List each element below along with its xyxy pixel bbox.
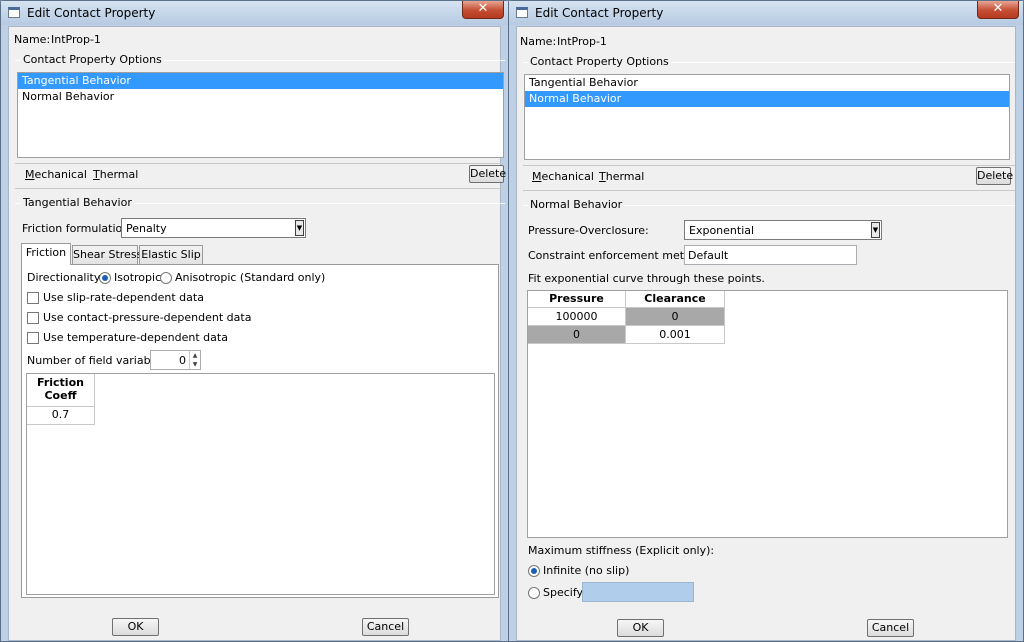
cancel-button[interactable]: Cancel [362, 618, 409, 636]
table-cell[interactable]: 0 [626, 308, 725, 326]
header-line-2: Coeff [44, 389, 77, 402]
specify-label: Specify: [543, 586, 586, 599]
contact-pressure-label: Use contact-pressure-dependent data [43, 311, 252, 324]
option-tangential-behavior[interactable]: Tangential Behavior [525, 75, 1009, 91]
field-vars-spinner[interactable]: 0 ▲ ▼ [150, 350, 201, 370]
close-button[interactable]: ✕ [462, 1, 504, 19]
field-vars-value: 0 [179, 354, 186, 367]
edit-contact-property-window-right: Edit Contact Property ✕ Name: IntProp-1 … [508, 0, 1024, 642]
table-cell[interactable]: 0 [528, 326, 626, 344]
edit-contact-property-window-left: Edit Contact Property ✕ Name: IntProp-1 … [0, 0, 509, 642]
table-cell[interactable]: 100000 [528, 308, 626, 326]
tab-elastic-slip[interactable]: Elastic Slip [139, 245, 203, 265]
close-button[interactable]: ✕ [977, 1, 1019, 19]
option-normal-behavior[interactable]: Normal Behavior [525, 91, 1009, 107]
contact-options-list[interactable]: Tangential Behavior Normal Behavior [524, 74, 1010, 160]
menu-mechanical[interactable]: Mechanical [25, 168, 87, 181]
table-cell[interactable]: 0.001 [626, 326, 725, 344]
field-vars-label: Number of field variables: [27, 354, 170, 367]
close-icon: ✕ [992, 1, 1004, 16]
isotropic-label: Isotropic [114, 271, 162, 284]
delete-button[interactable]: Delete [469, 165, 506, 183]
pressure-overclosure-value: Exponential [689, 224, 755, 237]
column-header-pressure[interactable]: Pressure [528, 291, 626, 308]
menu-thermal[interactable]: Thermal [599, 170, 644, 183]
options-group-label: Contact Property Options [21, 53, 164, 66]
checkbox-contact-pressure[interactable] [27, 312, 39, 324]
radio-isotropic[interactable] [99, 272, 111, 284]
dialog-client: Name: IntProp-1 Contact Property Options… [8, 26, 506, 641]
slip-rate-label: Use slip-rate-dependent data [43, 291, 204, 304]
column-header-clearance[interactable]: Clearance [626, 291, 725, 308]
cancel-button[interactable]: Cancel [867, 619, 914, 637]
dropdown-arrow-icon[interactable]: ▼ [295, 220, 304, 236]
fit-label: Fit exponential curve through these poin… [528, 272, 765, 285]
tab-friction[interactable]: Friction [21, 243, 71, 265]
specify-field[interactable] [582, 582, 694, 602]
name-label: Name: [520, 35, 557, 48]
menu-mechanical[interactable]: Mechanical [532, 170, 594, 183]
radio-specify[interactable] [528, 587, 540, 599]
checkbox-temperature[interactable] [27, 332, 39, 344]
window-title: Edit Contact Property [535, 6, 664, 20]
name-value: IntProp-1 [557, 35, 607, 48]
checkbox-slip-rate[interactable] [27, 292, 39, 304]
max-stiffness-label: Maximum stiffness (Explicit only): [528, 544, 715, 557]
pressure-overclosure-select[interactable]: Exponential ▼ [684, 220, 882, 240]
radio-infinite[interactable] [528, 565, 540, 577]
close-icon: ✕ [477, 1, 489, 16]
delete-button[interactable]: Delete [976, 167, 1013, 185]
friction-table: Friction Coeff 0.7 [26, 373, 495, 595]
contact-options-list[interactable]: Tangential Behavior Normal Behavior [17, 72, 504, 158]
dropdown-arrow-icon[interactable]: ▼ [871, 222, 880, 238]
title-bar[interactable]: Edit Contact Property [509, 1, 1023, 25]
menu-thermal[interactable]: Thermal [93, 168, 138, 181]
anisotropic-label: Anisotropic (Standard only) [175, 271, 326, 284]
options-group-label: Contact Property Options [528, 55, 671, 68]
temperature-label: Use temperature-dependent data [43, 331, 228, 344]
friction-panel: Directionality: Isotropic Anisotropic (S… [21, 264, 499, 598]
section-title: Normal Behavior [528, 198, 625, 211]
name-value: IntProp-1 [51, 33, 101, 46]
radio-anisotropic[interactable] [160, 272, 172, 284]
ok-button[interactable]: OK [617, 619, 664, 637]
dialog-client: Name: IntProp-1 Contact Property Options… [516, 26, 1016, 641]
window-icon [8, 7, 20, 18]
window-title: Edit Contact Property [27, 6, 156, 20]
title-bar[interactable]: Edit Contact Property [1, 1, 508, 25]
table-cell[interactable]: 0.7 [27, 407, 95, 425]
friction-formulation-label: Friction formulation: [22, 222, 133, 235]
pressure-clearance-table: Pressure Clearance 100000 0 0 0.001 [527, 290, 1008, 538]
tab-shear-stress[interactable]: Shear Stress [72, 245, 142, 265]
spinner-arrows-icon[interactable]: ▲ ▼ [189, 351, 200, 369]
name-label: Name: [14, 33, 51, 46]
constraint-field[interactable]: Default [684, 245, 857, 265]
option-normal-behavior[interactable]: Normal Behavior [18, 89, 503, 105]
infinite-label: Infinite (no slip) [543, 564, 630, 577]
pressure-overclosure-label: Pressure-Overclosure: [528, 224, 649, 237]
friction-formulation-select[interactable]: Penalty ▼ [121, 218, 306, 238]
section-title: Tangential Behavior [21, 196, 134, 209]
ok-button[interactable]: OK [112, 618, 159, 636]
option-tangential-behavior[interactable]: Tangential Behavior [18, 73, 503, 89]
constraint-label: Constraint enforcement method: [528, 249, 709, 262]
directionality-label: Directionality: [27, 271, 104, 284]
window-icon [516, 7, 528, 18]
friction-formulation-value: Penalty [126, 222, 167, 235]
constraint-value: Default [688, 249, 729, 262]
column-header-friction-coeff[interactable]: Friction Coeff [27, 374, 95, 407]
header-line-1: Friction [37, 376, 84, 389]
